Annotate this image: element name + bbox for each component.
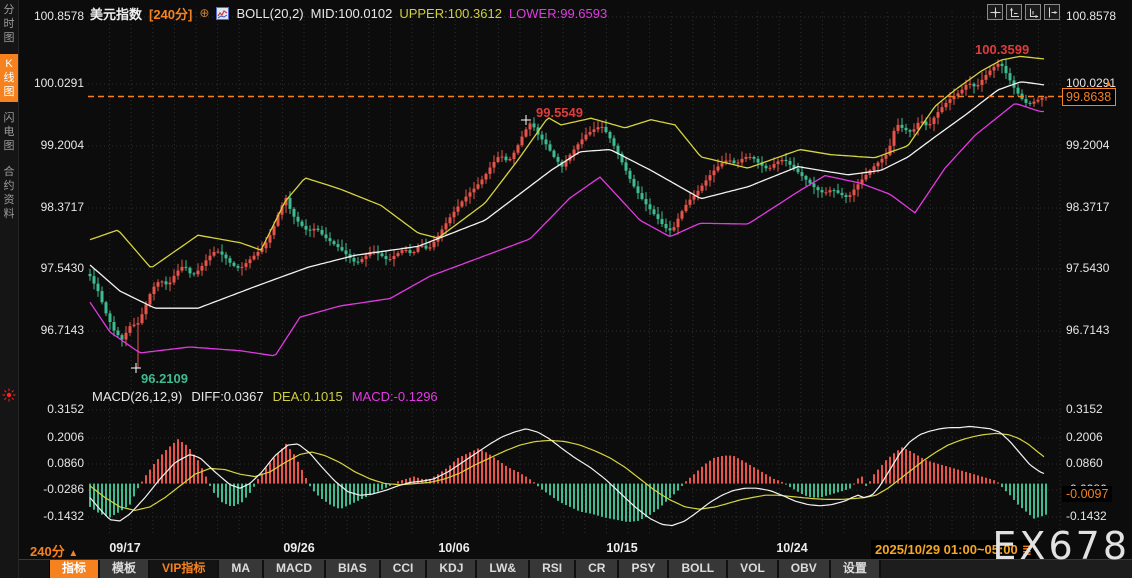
macd-value-tag: -0.0097 (1062, 486, 1113, 502)
sidebar-tab-contract-info[interactable]: 合约资料 (0, 162, 18, 224)
pan-right-icon[interactable] (1044, 4, 1060, 20)
toolbar-item-kdj[interactable]: KDJ (427, 560, 478, 578)
zoom-vertical-icon[interactable] (1006, 4, 1022, 20)
price-up-arrow: ▲ (1104, 78, 1113, 88)
toolbar-item-settings[interactable]: 设置 (830, 560, 881, 578)
date-tick: 10/15 (606, 541, 638, 555)
macd-header: MACD(26,12,9) DIFF:0.0367 DEA:0.1015 MAC… (92, 389, 438, 404)
toolbar-item-ma[interactable]: MA (219, 560, 265, 578)
date-tick: 09/26 (283, 541, 315, 555)
price-tick-right: 100.8578 (1066, 9, 1117, 23)
sidebar-tab-flash-chart[interactable]: 闪电图 (0, 108, 18, 156)
toolbar-item-cr[interactable]: CR (576, 560, 620, 578)
macd-formula: MACD(26,12,9) (92, 389, 183, 404)
swing-high-label: 99.5549 (536, 105, 583, 120)
toolbar-item-indicators[interactable]: 指标 (50, 560, 101, 578)
toolbar-item-macd[interactable]: MACD (264, 560, 327, 578)
chart-controls (987, 4, 1060, 20)
macd-diff-value: DIFF:0.0367 (191, 389, 264, 404)
price-tick-right: 97.5430 (1066, 261, 1110, 275)
macd-tick-right: 0.0860 (1066, 456, 1103, 470)
left-sidebar: 分时图 K线图闪电图合约资料 (0, 0, 19, 578)
low-label: 96.2109 (141, 371, 188, 386)
zoom-horizontal-icon[interactable] (1025, 4, 1041, 20)
crosshair-icon[interactable] (987, 4, 1003, 20)
macd-dea-value: DEA:0.1015 (272, 389, 343, 404)
sidebar-tab-time-share-chart[interactable]: 分时图 (0, 0, 18, 48)
time-axis: 09/17 09/26 10/06 10/15 10/24 2025/10/29 01:… (19, 540, 1132, 560)
toolbar-item-cci[interactable]: CCI (380, 560, 428, 578)
macd-macd-value: MACD:-0.1296 (351, 389, 438, 404)
boll-formula: BOLL(20,2) (236, 5, 304, 21)
date-tick: 10/06 (438, 541, 470, 555)
macd-tick-right: 0.2006 (1066, 430, 1103, 444)
calendar-menu-icon[interactable]: ≣ (1022, 543, 1032, 557)
last-price-tag: 99.8638 (1062, 88, 1117, 106)
current-candle-time: 2025/10/29 01:00~05:00 ≣ (871, 540, 1036, 559)
boll-lower-value: LOWER:99.6593 (508, 5, 608, 21)
toolbar-item-templates[interactable]: 模板 (100, 560, 151, 578)
high-label: 100.3599 (975, 42, 1030, 57)
chart-header: 美元指数 [240分] ⊕ BOLL(20,2) MID:100.0102 UP… (90, 4, 607, 22)
date-tick: 10/24 (776, 541, 808, 555)
price-tick-right: 98.3717 (1066, 200, 1110, 214)
toolbar-item-psy[interactable]: PSY (619, 560, 670, 578)
boll-mid-value: MID:100.0102 (310, 5, 393, 21)
price-tick-right: 96.7143 (1066, 323, 1110, 337)
toolbar-item-rsi[interactable]: RSI (530, 560, 577, 578)
boll-upper-value: UPPER:100.3612 (399, 5, 502, 21)
toolbar-item-bias[interactable]: BIAS (326, 560, 381, 578)
toolbar-item-obv[interactable]: OBV (778, 560, 831, 578)
trading-app-window: 分时图 K线图闪电图合约资料 美元指数 [240分] ⊕ BOLL(20,2) M… (0, 0, 1132, 578)
symbol-name: 美元指数 (90, 6, 143, 22)
toolbar-item-vol[interactable]: VOL (728, 560, 779, 578)
sidebar-tab-candlestick-chart[interactable]: K线图 (0, 54, 18, 102)
price-tick-right: 99.2004 (1066, 138, 1110, 152)
toolbar-item-lw[interactable]: LW& (477, 560, 531, 578)
indicator-toolbar: 指标 模板 VIP指标 MA MACD BIAS CCI KDJ LW& RSI CR PSY BOLL… (19, 559, 1132, 578)
mini-chart-icon[interactable] (216, 6, 230, 20)
collapse-icon[interactable]: ⊕ (199, 6, 209, 20)
toolbar-spacer (19, 560, 50, 578)
period-label[interactable]: [240分] (149, 4, 192, 23)
main-chart-canvas[interactable] (0, 0, 1132, 578)
toolbar-item-vip-indicators[interactable]: VIP指标 (150, 560, 220, 578)
macd-tick-right: -0.1432 (1066, 509, 1107, 523)
live-alert-icon[interactable] (2, 388, 16, 402)
macd-tick-right: 0.3152 (1066, 402, 1103, 416)
date-tick: 09/17 (109, 541, 141, 555)
toolbar-item-boll[interactable]: BOLL (669, 560, 729, 578)
